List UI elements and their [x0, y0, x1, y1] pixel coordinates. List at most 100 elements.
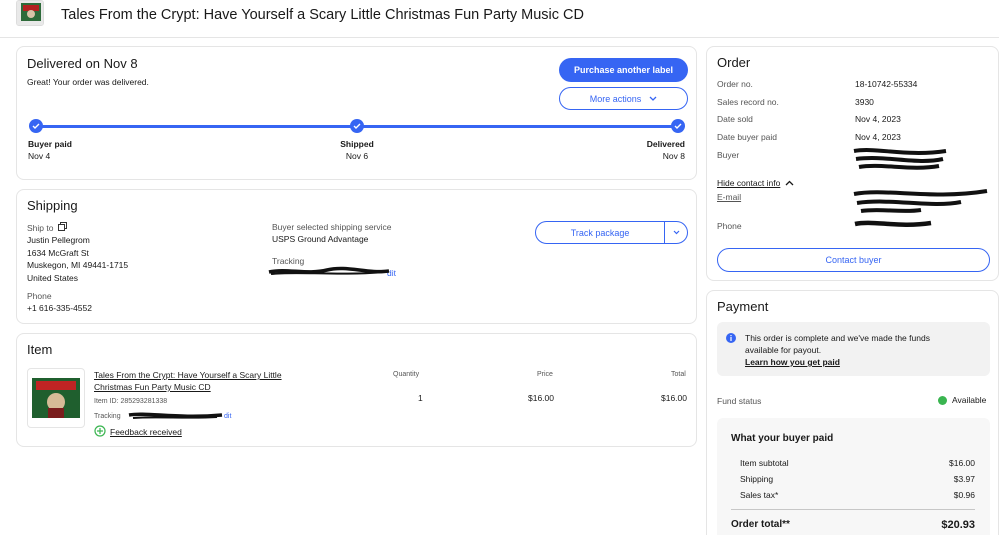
item-id: Item ID: 285293281338: [94, 398, 168, 405]
item-subtotal-value: $16.00: [949, 458, 975, 468]
item-card: Item Tales From the Crypt: Have Yourself…: [16, 333, 697, 447]
order-card: Order Order no. 18-10742-55334 Sales rec…: [706, 46, 999, 281]
purchase-another-label-button[interactable]: Purchase another label: [559, 58, 688, 82]
sales-tax-value: $0.96: [953, 490, 975, 500]
ship-street: 1634 McGraft St: [27, 247, 89, 258]
step-date: Nov 4: [28, 151, 51, 161]
item-subtotal-label: Item subtotal: [740, 458, 789, 468]
product-thumbnail: [16, 0, 44, 26]
buyer-label: Buyer: [717, 150, 740, 160]
redacted-email-scribble: [853, 189, 988, 213]
sales-record-value: 3930: [855, 97, 874, 107]
step-label: Buyer paid: [28, 139, 72, 149]
delivery-subtext: Great! Your order was delivered.: [27, 77, 149, 87]
date-buyer-paid-value: Nov 4, 2023: [855, 132, 901, 142]
ship-to-label: Ship to: [27, 222, 54, 233]
track-package-label: Track package: [570, 227, 630, 238]
payout-notice-text: This order is complete and we've made th…: [745, 332, 930, 368]
payment-card: Payment This order is complete and we've…: [706, 290, 999, 535]
sales-record-label: Sales record no.: [717, 97, 779, 107]
notice-line-1: This order is complete and we've made th…: [745, 333, 930, 343]
step-delivered: Delivered Nov 8: [627, 139, 685, 161]
copy-icon[interactable]: [58, 222, 68, 233]
payment-heading: Payment: [717, 299, 769, 314]
redacted-tracking-scribble: [268, 266, 390, 275]
more-actions-button[interactable]: More actions: [559, 87, 688, 110]
fund-status-value: Available: [952, 395, 987, 405]
step-date: Nov 6: [345, 151, 369, 161]
totals-divider: [731, 509, 975, 510]
ship-to-row: Ship to: [27, 222, 68, 233]
feedback-icon: [94, 425, 106, 439]
shipping-cost-value: $3.97: [953, 474, 975, 484]
email-label: E-mail: [717, 192, 742, 202]
delivery-heading: Delivered on Nov 8: [27, 56, 138, 71]
fund-status: Available: [938, 395, 986, 405]
ship-phone-label: Phone: [27, 291, 52, 301]
ship-phone: +1 616-335-4552: [27, 303, 92, 313]
learn-how-link[interactable]: Learn how you get paid: [745, 356, 930, 368]
step-label: Delivered: [646, 139, 685, 149]
total-label: Total: [671, 371, 686, 378]
step-buyer-paid: Buyer paid Nov 4: [28, 139, 72, 161]
hide-contact-info-toggle[interactable]: Hide contact info: [717, 178, 794, 188]
shipping-cost-label: Shipping: [740, 474, 774, 484]
date-sold-label: Date sold: [717, 114, 753, 124]
feedback-label: Feedback received: [110, 427, 182, 437]
chevron-down-icon: [649, 94, 657, 104]
item-image[interactable]: [27, 368, 85, 428]
step-label: Shipped: [340, 139, 374, 149]
fund-status-label: Fund status: [717, 396, 762, 406]
quantity-label: Quantity: [393, 371, 420, 378]
order-no-value: 18-10742-55334: [855, 79, 918, 89]
info-icon: [726, 333, 736, 345]
contact-buyer-button[interactable]: Contact buyer: [717, 248, 990, 272]
price-label: Price: [537, 371, 553, 378]
item-title-link[interactable]: Tales From the Crypt: Have Yourself a Sc…: [94, 369, 309, 393]
redacted-tracking-scribble: [128, 412, 223, 419]
page-title: Tales From the Crypt: Have Yourself a Sc…: [61, 7, 584, 23]
order-heading: Order: [717, 55, 751, 70]
shipping-heading: Shipping: [27, 198, 78, 213]
ship-name: Justin Pellegrom: [27, 235, 90, 245]
more-actions-label: More actions: [589, 93, 642, 104]
item-heading: Item: [27, 342, 53, 357]
shipping-service-label: Buyer selected shipping service: [272, 222, 392, 232]
item-tracking-label: Tracking: [94, 413, 121, 420]
order-total-value: $20.93: [941, 519, 975, 531]
date-buyer-paid-label: Date buyer paid: [717, 132, 778, 142]
ship-city: Muskegon, MI 49441-1715: [27, 260, 129, 270]
hide-contact-label: Hide contact info: [717, 178, 781, 188]
buyer-paid-heading: What your buyer paid: [731, 433, 834, 444]
order-no-label: Order no.: [717, 79, 753, 89]
chevron-down-icon[interactable]: [665, 230, 687, 235]
feedback-row[interactable]: Feedback received: [94, 425, 182, 439]
quantity-value: 1: [418, 393, 423, 403]
item-tracking-edit-link[interactable]: dit: [224, 413, 231, 420]
notice-line-2: available for payout.: [745, 345, 822, 355]
step-shipped: Shipped Nov 6: [327, 139, 387, 161]
buyer-paid-panel: What your buyer paid Item subtotal $16.0…: [717, 418, 990, 535]
step-check-icon: [29, 119, 43, 133]
tracking-label: Tracking: [272, 256, 305, 266]
ship-to-address: Justin Pellegrom 1634 McGraft St Muskego…: [27, 234, 128, 284]
order-total-label: Order total**: [731, 519, 790, 530]
shipping-service: USPS Ground Advantage: [272, 234, 369, 244]
total-value: $16.00: [661, 393, 687, 403]
step-date: Nov 8: [662, 151, 685, 161]
available-status-icon: [938, 395, 947, 405]
date-sold-value: Nov 4, 2023: [855, 114, 901, 124]
payout-notice: This order is complete and we've made th…: [717, 322, 990, 376]
chevron-up-icon: [785, 178, 794, 188]
sales-tax-label: Sales tax*: [740, 490, 779, 500]
phone-label: Phone: [717, 221, 742, 231]
step-check-icon: [671, 119, 685, 133]
redacted-buyer-scribble: [853, 148, 947, 170]
track-package-button[interactable]: Track package: [535, 221, 688, 244]
order-status-card: Delivered on Nov 8 Great! Your order was…: [16, 46, 697, 180]
redacted-phone-scribble: [854, 220, 932, 227]
step-check-icon: [350, 119, 364, 133]
price-value: $16.00: [528, 393, 554, 403]
shipping-card: Shipping Ship to Justin Pellegrom 1634 M…: [16, 189, 697, 324]
ship-country: United States: [27, 272, 79, 283]
